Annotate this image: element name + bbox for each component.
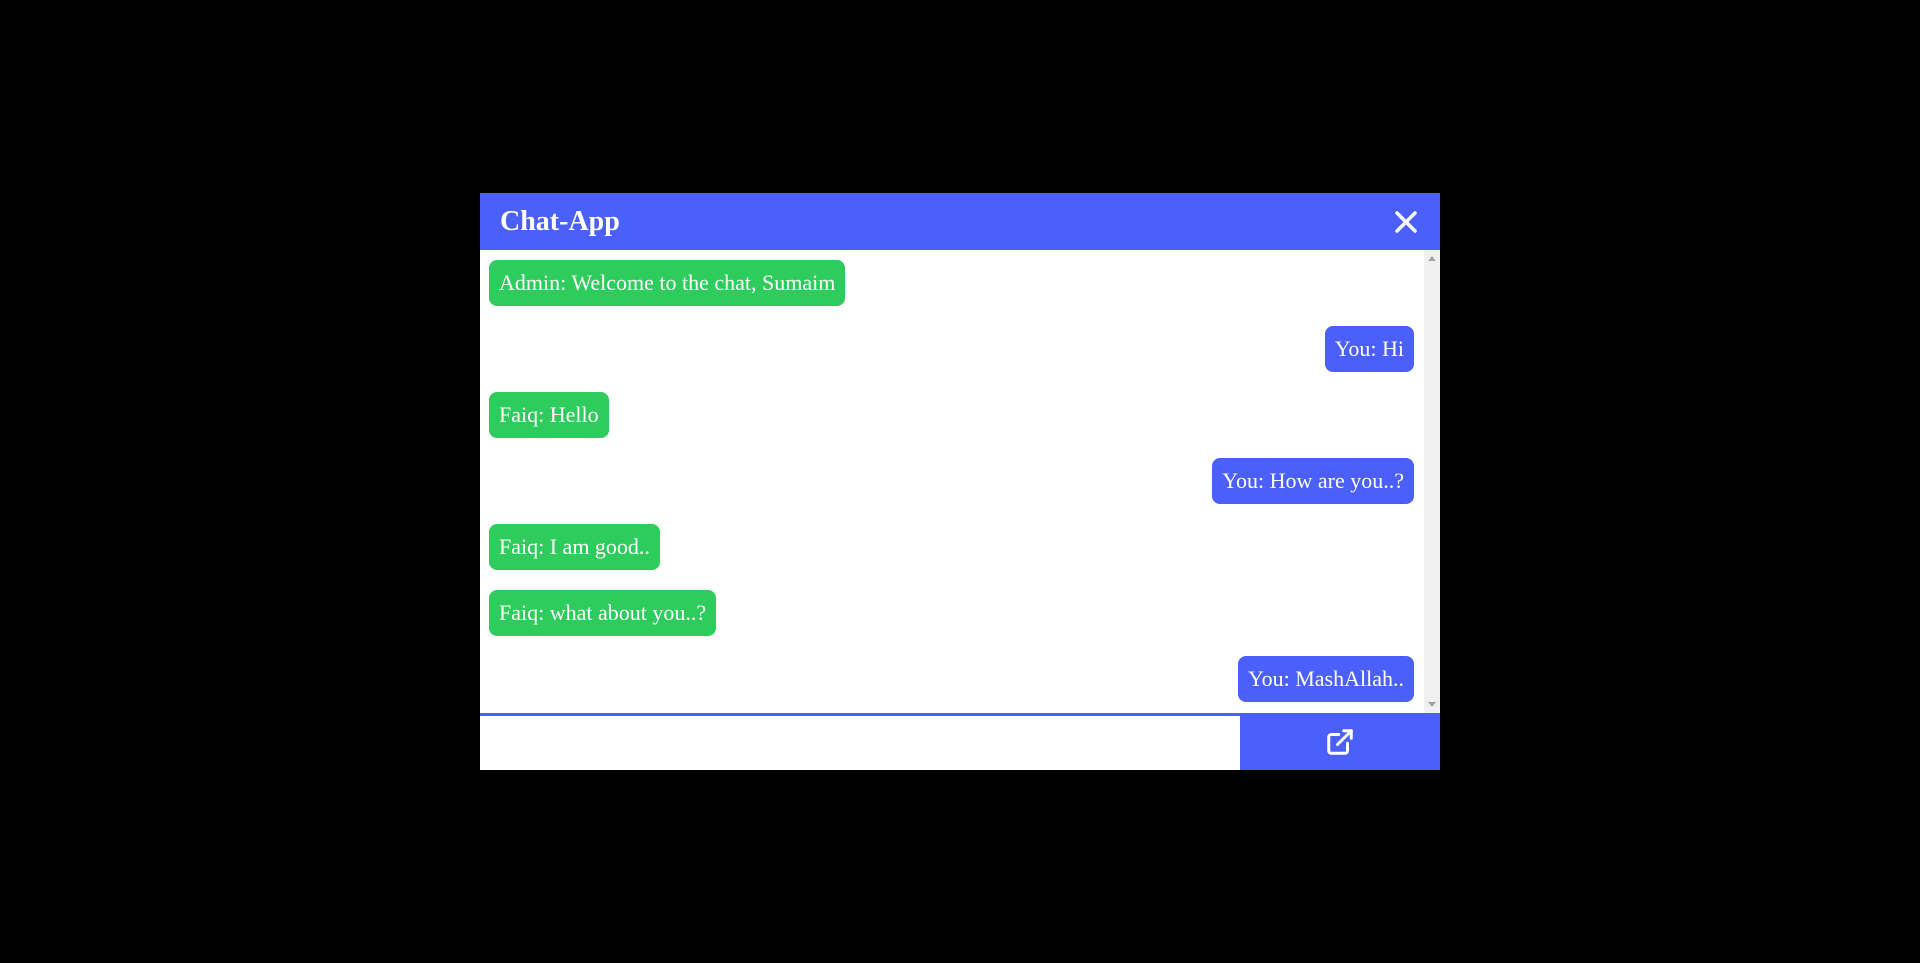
vertical-scrollbar[interactable] (1424, 250, 1440, 713)
message-list: Admin: Welcome to the chat, Sumaim You: … (480, 250, 1424, 713)
message-row: You: MashAllah.. (489, 656, 1414, 702)
message-bubble-outgoing: You: MashAllah.. (1237, 656, 1414, 702)
message-bubble-incoming: Admin: Welcome to the chat, Sumaim (489, 260, 846, 306)
chat-window: Chat-App Admin: Welcome to the chat, Sum… (480, 193, 1440, 770)
messages-area[interactable]: Admin: Welcome to the chat, Sumaim You: … (480, 250, 1440, 713)
close-button[interactable] (1392, 208, 1420, 236)
message-bubble-incoming: Faiq: I am good.. (489, 524, 660, 570)
composer-bar (480, 713, 1440, 770)
message-row: Faiq: Hello (489, 392, 1414, 438)
send-button[interactable] (1240, 713, 1440, 770)
message-row: Faiq: I am good.. (489, 524, 1414, 570)
message-bubble-outgoing: You: How are you..? (1212, 458, 1414, 504)
message-bubble-incoming: Faiq: what about you..? (489, 590, 717, 636)
message-input[interactable] (480, 716, 1240, 770)
message-bubble-outgoing: You: Hi (1324, 326, 1414, 372)
scroll-up-arrow-icon[interactable] (1428, 256, 1436, 261)
app-title: Chat-App (500, 205, 620, 237)
message-row: Admin: Welcome to the chat, Sumaim (489, 260, 1414, 306)
message-row: You: Hi (489, 326, 1414, 372)
message-row: Faiq: what about you..? (489, 590, 1414, 636)
chat-header: Chat-App (480, 193, 1440, 250)
scroll-down-arrow-icon[interactable] (1428, 702, 1436, 707)
external-link-icon (1327, 728, 1353, 755)
message-row: You: How are you..? (489, 458, 1414, 504)
message-bubble-incoming: Faiq: Hello (489, 392, 609, 438)
close-icon (1395, 210, 1417, 233)
